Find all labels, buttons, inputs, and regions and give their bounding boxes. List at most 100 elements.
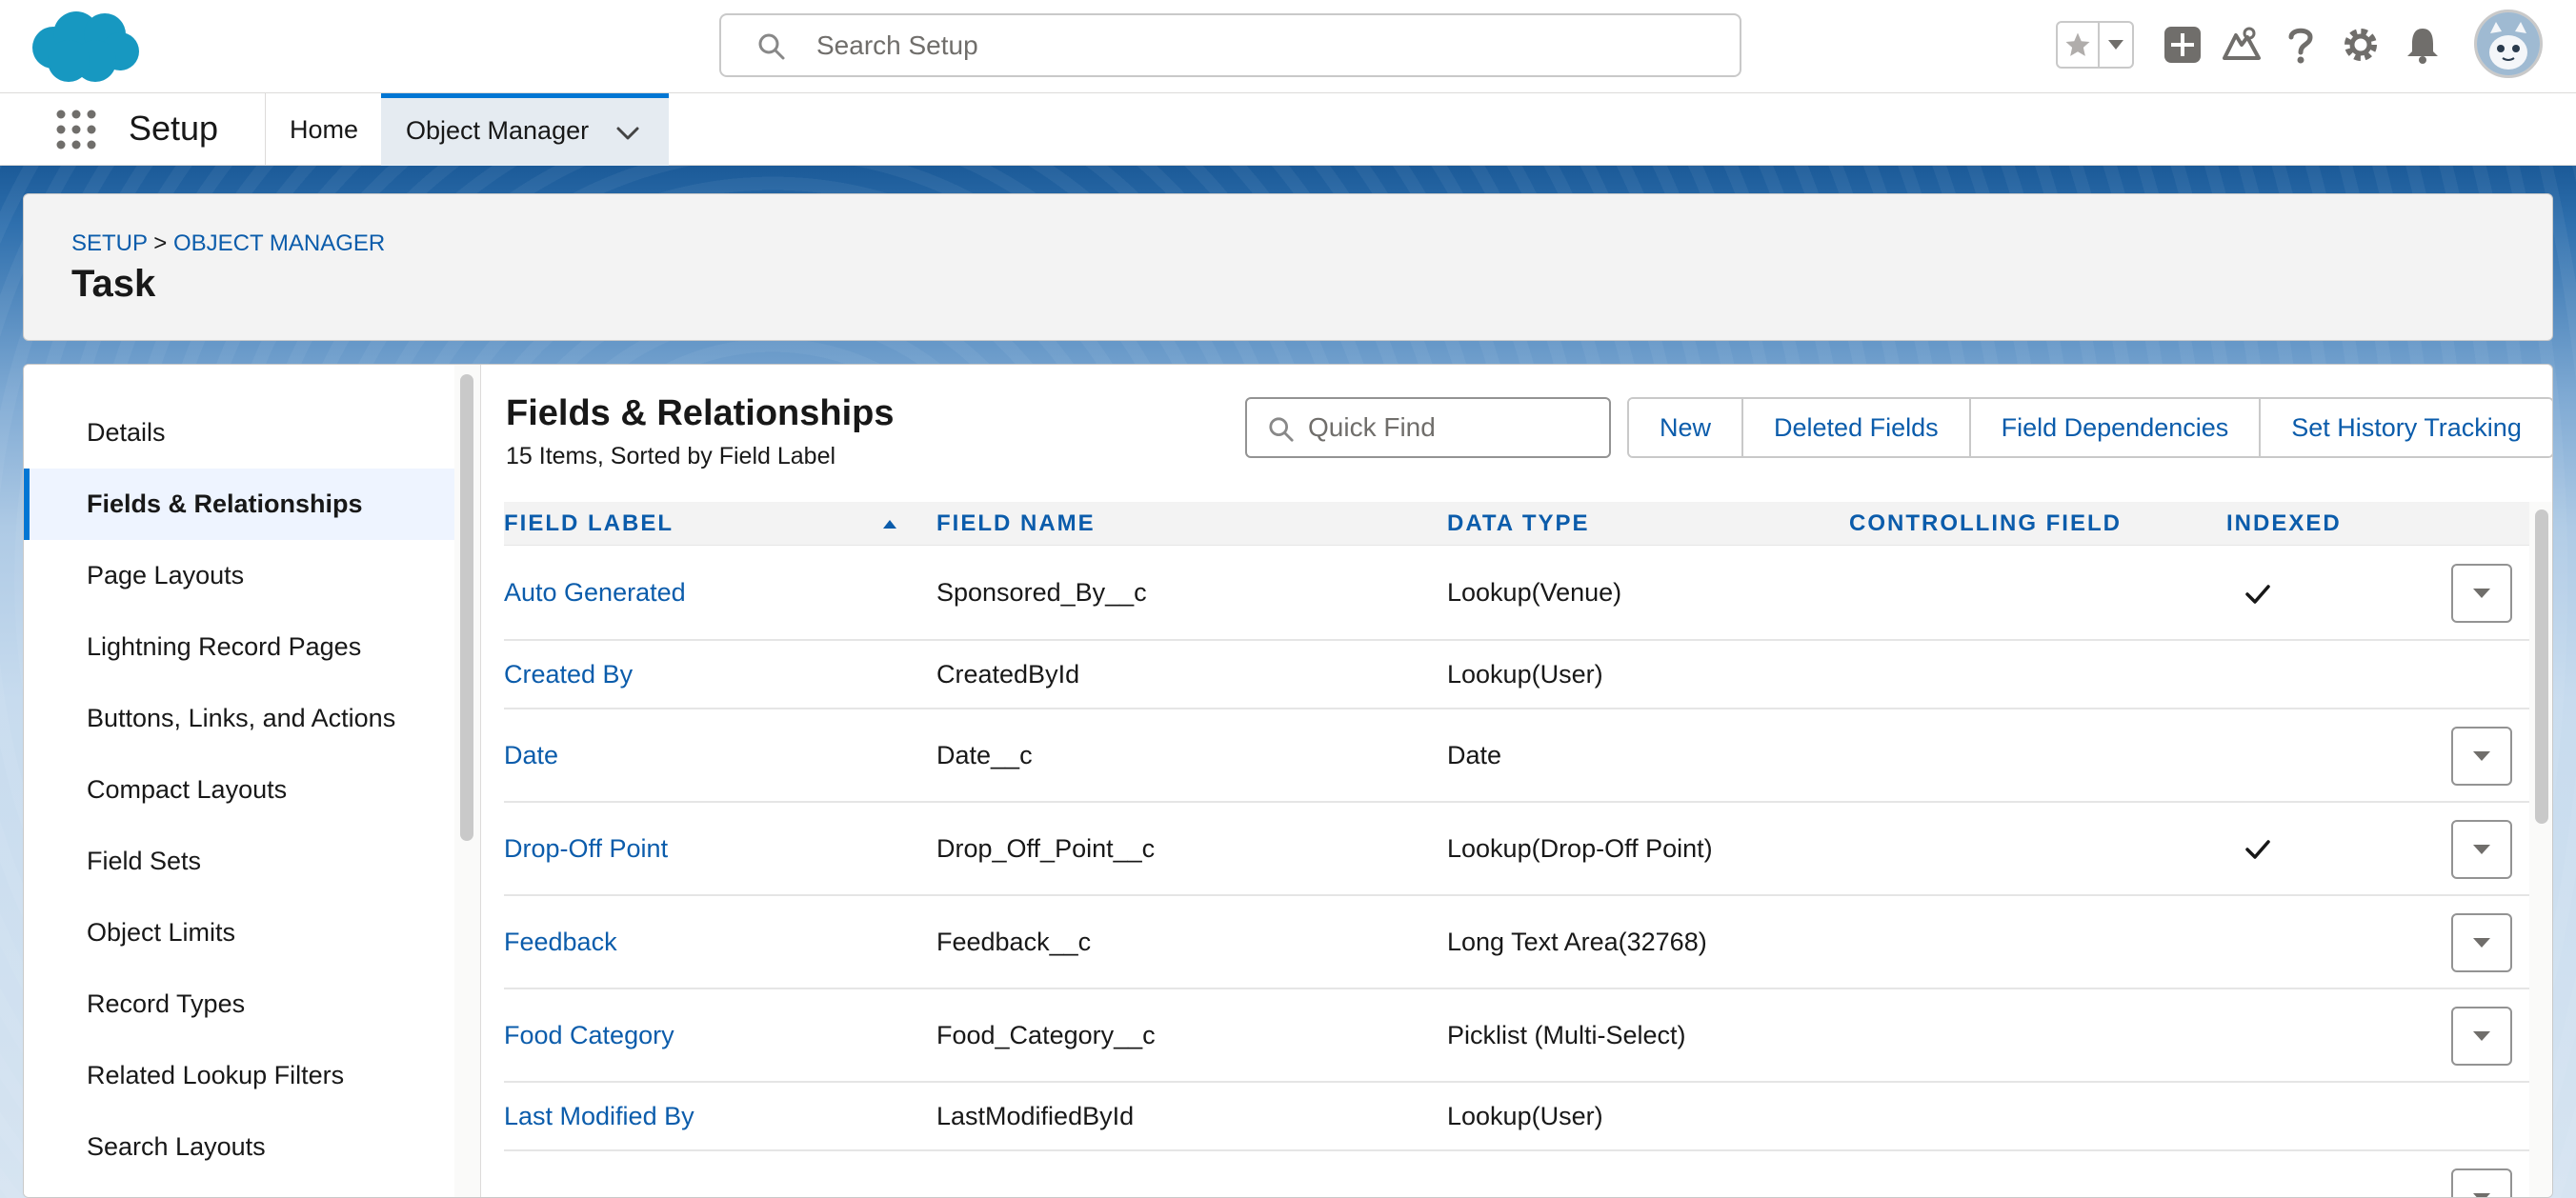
sidebar-item-compact-layouts[interactable]: Compact Layouts <box>24 754 454 826</box>
table-row: Created By CreatedById Lookup(User) <box>504 641 2545 709</box>
field-name: Date__c <box>936 740 1033 769</box>
sidebar-item-object-limits[interactable]: Object Limits <box>24 897 454 968</box>
field-name: Feedback__c <box>936 927 1092 956</box>
chevron-down-icon <box>2473 845 2490 854</box>
object-sidebar: Details Fields & Relationships Page Layo… <box>24 365 454 1197</box>
app-launcher-icon[interactable] <box>53 107 99 152</box>
sidebar-item-search-layouts[interactable]: Search Layouts <box>24 1111 454 1183</box>
table-row: Auto Generated Sponsored_By__c Lookup(Ve… <box>504 546 2545 641</box>
row-actions-button[interactable] <box>2451 727 2512 786</box>
column-header-field-label[interactable]: FIELD LABEL <box>504 502 674 546</box>
chevron-down-icon[interactable] <box>614 119 642 148</box>
row-actions-button[interactable] <box>2451 564 2512 623</box>
sidebar-item-field-sets[interactable]: Field Sets <box>24 826 454 897</box>
sidebar-item-details[interactable]: Details <box>24 397 454 469</box>
fields-relationships-panel: Fields & Relationships 15 Items, Sorted … <box>481 365 2552 1197</box>
row-actions-button[interactable] <box>2451 1168 2512 1197</box>
quick-find-input[interactable] <box>1308 399 1603 456</box>
breadcrumb-separator: > <box>153 230 168 256</box>
page-header: SETUP > OBJECT MANAGER Task <box>23 193 2553 341</box>
chevron-down-icon <box>2473 1031 2490 1041</box>
search-icon <box>757 32 786 61</box>
field-name: Drop_Off_Point__c <box>936 833 1156 863</box>
chevron-down-icon <box>2473 751 2490 761</box>
search-icon <box>1268 416 1295 443</box>
table-row: Drop-Off Point Drop_Off_Point__c Lookup(… <box>504 803 2545 896</box>
set-history-tracking-button[interactable]: Set History Tracking <box>2261 399 2552 456</box>
user-avatar-icon[interactable] <box>2474 10 2543 78</box>
chevron-down-icon <box>2473 938 2490 948</box>
data-type: Lookup(User) <box>1447 659 1603 689</box>
field-label-link[interactable]: Created By <box>504 641 633 708</box>
setup-gear-icon[interactable] <box>2339 23 2383 67</box>
favorites-group <box>2056 21 2134 69</box>
deleted-fields-button[interactable]: Deleted Fields <box>1743 399 1971 456</box>
column-header-field-name[interactable]: FIELD NAME <box>936 502 1096 546</box>
column-header-indexed[interactable]: INDEXED <box>2226 502 2342 546</box>
data-type: Lookup(Venue) <box>1447 577 1622 607</box>
search-input[interactable] <box>816 15 1712 75</box>
row-actions-button[interactable] <box>2451 1007 2512 1066</box>
field-dependencies-button[interactable]: Field Dependencies <box>1970 399 2262 456</box>
salesforce-cloud-logo[interactable] <box>27 6 143 88</box>
section-title: Fields & Relationships <box>506 393 895 433</box>
trailhead-icon[interactable] <box>2220 23 2264 67</box>
nav-divider <box>265 93 266 166</box>
app-nav-bar: Setup Home Object Manager <box>0 93 2576 166</box>
breadcrumb-setup[interactable]: SETUP <box>71 230 148 256</box>
tab-object-manager[interactable]: Object Manager <box>381 93 669 166</box>
tab-home[interactable]: Home <box>267 93 381 166</box>
page-title: Task <box>71 263 156 305</box>
notifications-bell-icon[interactable] <box>2401 23 2445 67</box>
setup-search-box[interactable] <box>719 13 1741 77</box>
row-actions-button[interactable] <box>2451 913 2512 972</box>
sort-ascending-icon[interactable] <box>881 517 898 530</box>
chevron-down-icon <box>2473 1193 2490 1197</box>
chevron-down-icon <box>2473 589 2490 598</box>
field-label-link[interactable]: Feedback <box>504 896 617 988</box>
global-header <box>0 0 2576 93</box>
sidebar-item-related-lookup-filters[interactable]: Related Lookup Filters <box>24 1040 454 1111</box>
table-row: Last Modified By LastModifiedById Lookup… <box>504 1083 2545 1151</box>
sidebar-scrollbar-thumb[interactable] <box>460 374 473 841</box>
table-row: Date Date__c Date <box>504 709 2545 803</box>
global-actions-icon[interactable] <box>2161 23 2204 67</box>
field-label-link[interactable]: Drop-Off Point <box>504 803 668 894</box>
app-name: Setup <box>129 109 219 148</box>
data-type: Long Text Area(32768) <box>1447 927 1707 956</box>
sidebar-item-page-layouts[interactable]: Page Layouts <box>24 540 454 611</box>
breadcrumb-object-manager[interactable]: OBJECT MANAGER <box>173 230 385 256</box>
sidebar-item-lightning-record-pages[interactable]: Lightning Record Pages <box>24 611 454 683</box>
field-name: LastModifiedById <box>936 1101 1135 1130</box>
data-type: Date <box>1447 740 1502 769</box>
field-label-link[interactable]: Date <box>504 709 558 801</box>
column-header-data-type[interactable]: DATA TYPE <box>1447 502 1590 546</box>
field-name: Sponsored_By__c <box>936 577 1147 607</box>
quick-find-box[interactable] <box>1245 397 1611 458</box>
table-scrollbar-thumb[interactable] <box>2535 509 2548 824</box>
table-row: Food Category Food_Category__c Picklist … <box>504 989 2545 1083</box>
favorites-star-icon[interactable] <box>2058 23 2100 67</box>
sidebar-item-buttons-links-actions[interactable]: Buttons, Links, and Actions <box>24 683 454 754</box>
checkmark-icon <box>2244 835 2272 864</box>
row-actions-button[interactable] <box>2451 820 2512 879</box>
favorites-dropdown-icon[interactable] <box>2100 23 2132 67</box>
field-label-link[interactable]: Last Modified By <box>504 1083 694 1149</box>
main-card: Details Fields & Relationships Page Layo… <box>23 364 2553 1198</box>
sidebar-item-fields-relationships[interactable]: Fields & Relationships <box>24 469 454 540</box>
table-row: Feedback Feedback__c Long Text Area(3276… <box>504 896 2545 989</box>
field-name: CreatedById <box>936 659 1080 689</box>
new-button[interactable]: New <box>1629 399 1744 456</box>
checkmark-icon <box>2244 580 2272 609</box>
help-icon[interactable] <box>2279 23 2323 67</box>
sidebar-item-record-types[interactable]: Record Types <box>24 968 454 1040</box>
table-header: FIELD LABEL FIELD NAME DATA TYPE CONTROL… <box>504 502 2545 546</box>
field-label-link[interactable]: Auto Generated <box>504 546 686 639</box>
action-button-group: New Deleted Fields Field Dependencies Se… <box>1627 397 2552 458</box>
data-type: Picklist (Multi-Select) <box>1447 1020 1686 1049</box>
section-subtitle: 15 Items, Sorted by Field Label <box>506 443 836 469</box>
field-label-link[interactable]: Food Category <box>504 989 674 1081</box>
breadcrumb: SETUP > OBJECT MANAGER <box>71 230 385 257</box>
field-name: Food_Category__c <box>936 1020 1156 1049</box>
column-header-controlling-field[interactable]: CONTROLLING FIELD <box>1849 502 2122 546</box>
